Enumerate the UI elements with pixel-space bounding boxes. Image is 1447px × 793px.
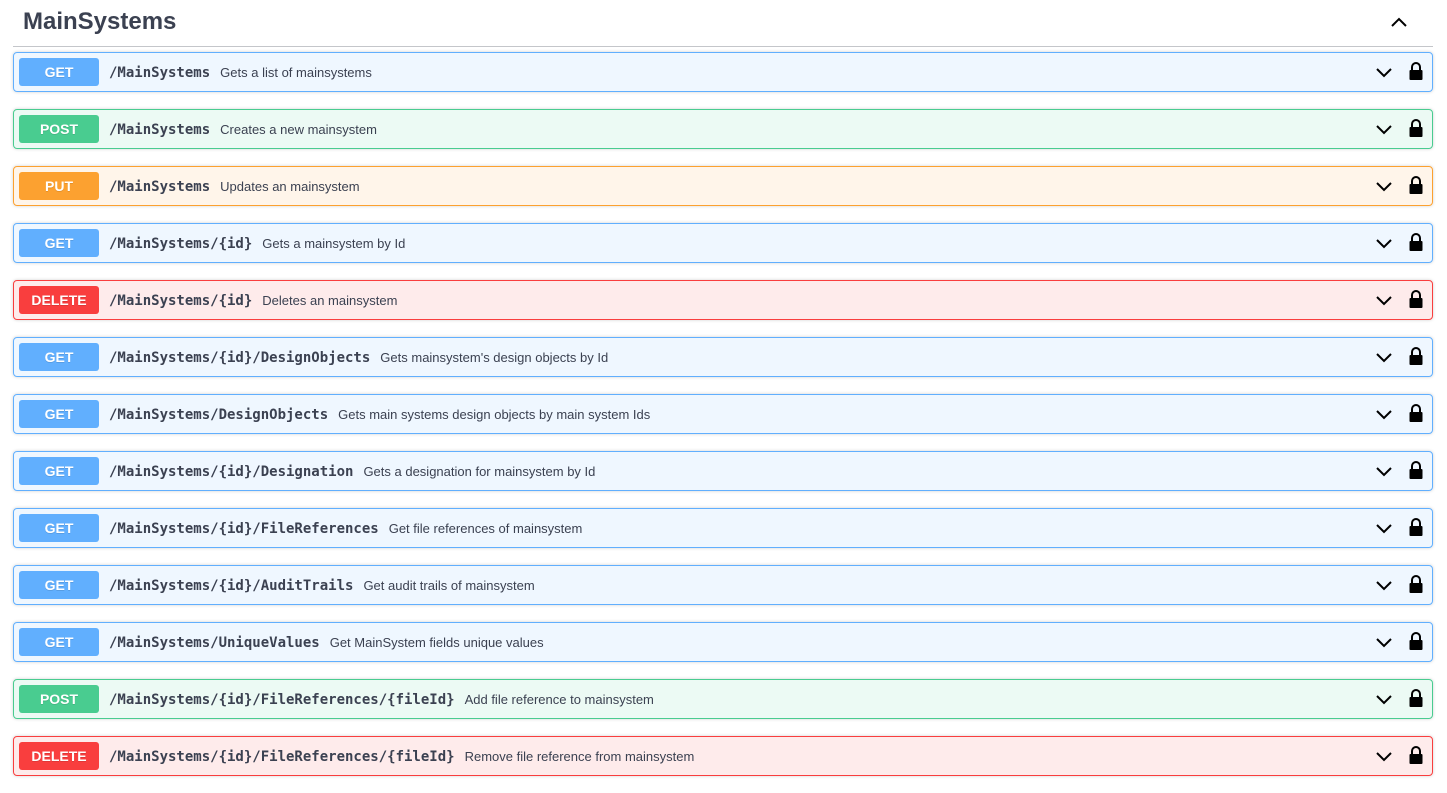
operation-get-row[interactable]: GET/MainSystems Gets a list of mainsystem… (13, 52, 1433, 92)
operation-path: /MainSystems/{id} Deletes an mainsystem (109, 281, 397, 319)
lock-icon[interactable] (1408, 175, 1424, 195)
operation-summary: Updates an mainsystem (220, 179, 360, 194)
operation-path-text: /MainSystems/{id}/DesignObjects (109, 350, 371, 366)
operation-put-row[interactable]: PUT/MainSystems Updates an mainsystem (13, 166, 1433, 206)
method-badge: GET (19, 514, 99, 542)
method-badge: PUT (19, 172, 99, 200)
operation-get-row[interactable]: GET/MainSystems/UniqueValues Get MainSyst… (13, 622, 1433, 662)
operation-get-row[interactable]: GET/MainSystems/{id} Gets a mainsystem by… (13, 223, 1433, 263)
chevron-down-icon[interactable] (1374, 405, 1394, 425)
chevron-down-icon[interactable] (1374, 120, 1394, 140)
operation-path-text: /MainSystems/{id}/Designation (109, 464, 354, 480)
method-badge: GET (19, 400, 99, 428)
operation-path-text: /MainSystems/{id} (109, 236, 253, 252)
lock-icon[interactable] (1408, 574, 1424, 594)
chevron-down-icon[interactable] (1374, 576, 1394, 596)
operation-summary: Get audit trails of mainsystem (363, 578, 535, 593)
method-badge: POST (19, 685, 99, 713)
section-title: MainSystems (23, 8, 177, 35)
lock-icon[interactable] (1408, 61, 1424, 81)
lock-icon[interactable] (1408, 631, 1424, 651)
operation-summary: Remove file reference from mainsystem (464, 749, 695, 764)
operation-summary: Gets main systems design objects by main… (338, 407, 651, 422)
operation-path-text: /MainSystems/{id}/FileReferences/{fileId… (109, 749, 455, 765)
operation-path: /MainSystems/UniqueValues Get MainSystem … (109, 623, 544, 661)
method-badge: GET (19, 457, 99, 485)
chevron-down-icon[interactable] (1374, 747, 1394, 767)
operation-path: /MainSystems/{id}/FileReferences/{fileId… (109, 737, 694, 775)
method-badge: GET (19, 229, 99, 257)
lock-icon[interactable] (1408, 460, 1424, 480)
operation-summary: Deletes an mainsystem (262, 293, 398, 308)
chevron-down-icon[interactable] (1374, 177, 1394, 197)
operation-path-text: /MainSystems (109, 65, 211, 81)
operation-path-text: /MainSystems (109, 179, 211, 195)
operations-list: GET/MainSystems Gets a list of mainsystem… (13, 52, 1433, 793)
method-badge: GET (19, 628, 99, 656)
method-badge: GET (19, 343, 99, 371)
operation-path-text: /MainSystems/{id}/FileReferences/{fileId… (109, 692, 455, 708)
operation-post-row[interactable]: POST/MainSystems Creates a new mainsystem (13, 109, 1433, 149)
operation-delete-row[interactable]: DELETE/MainSystems/{id} Deletes an mainsy… (13, 280, 1433, 320)
lock-icon[interactable] (1408, 346, 1424, 366)
operation-path: /MainSystems/DesignObjects Gets main syst… (109, 395, 650, 433)
chevron-up-icon[interactable] (1389, 12, 1409, 32)
operation-path-text: /MainSystems/DesignObjects (109, 407, 329, 423)
lock-icon[interactable] (1408, 745, 1424, 765)
operation-path: /MainSystems/{id}/FileReferences/{fileId… (109, 680, 654, 718)
lock-icon[interactable] (1408, 403, 1424, 423)
operation-path: /MainSystems/{id}/AuditTrails Get audit t… (109, 566, 535, 604)
method-badge: DELETE (19, 286, 99, 314)
operation-summary: Gets a mainsystem by Id (262, 236, 406, 251)
operation-post-row[interactable]: POST/MainSystems/{id}/FileReferences/{fi… (13, 679, 1433, 719)
lock-icon[interactable] (1408, 118, 1424, 138)
operation-path: /MainSystems Creates a new mainsystem (109, 110, 377, 148)
operation-path-text: /MainSystems/{id}/FileReferences (109, 521, 379, 537)
operation-summary: Gets a designation for mainsystem by Id (363, 464, 596, 479)
operation-get-row[interactable]: GET/MainSystems/{id}/Designation Gets a d… (13, 451, 1433, 491)
operation-summary: Get file references of mainsystem (388, 521, 583, 536)
lock-icon[interactable] (1408, 517, 1424, 537)
operation-summary: Gets a list of mainsystems (220, 65, 372, 80)
operation-path: /MainSystems Gets a list of mainsystems (109, 53, 372, 91)
lock-icon[interactable] (1408, 688, 1424, 708)
operation-path: /MainSystems/{id}/DesignObjects Gets main… (109, 338, 608, 376)
chevron-down-icon[interactable] (1374, 234, 1394, 254)
operation-summary: Add file reference to mainsystem (464, 692, 654, 707)
section-header[interactable]: MainSystems (13, 0, 1433, 47)
lock-icon[interactable] (1408, 289, 1424, 309)
chevron-down-icon[interactable] (1374, 633, 1394, 653)
lock-icon[interactable] (1408, 232, 1424, 252)
operation-summary: Creates a new mainsystem (220, 122, 377, 137)
operation-summary: Get MainSystem fields unique values (329, 635, 544, 650)
tag-section-mainsystems: MainSystems GET/MainSystems Gets a list o… (13, 0, 1433, 776)
operation-path-text: /MainSystems/UniqueValues (109, 635, 320, 651)
chevron-down-icon[interactable] (1374, 291, 1394, 311)
operation-path: /MainSystems Updates an mainsystem (109, 167, 360, 205)
operation-path-text: /MainSystems (109, 122, 211, 138)
operation-get-row[interactable]: GET/MainSystems/{id}/AuditTrails Get audi… (13, 565, 1433, 605)
operation-path-text: /MainSystems/{id}/AuditTrails (109, 578, 354, 594)
chevron-down-icon[interactable] (1374, 348, 1394, 368)
operation-get-row[interactable]: GET/MainSystems/DesignObjects Gets main s… (13, 394, 1433, 434)
operation-path-text: /MainSystems/{id} (109, 293, 253, 309)
operation-path: /MainSystems/{id} Gets a mainsystem by Id (109, 224, 405, 262)
method-badge: POST (19, 115, 99, 143)
operation-delete-row[interactable]: DELETE/MainSystems/{id}/FileReferences/{… (13, 736, 1433, 776)
method-badge: GET (19, 58, 99, 86)
method-badge: GET (19, 571, 99, 599)
chevron-down-icon[interactable] (1374, 63, 1394, 83)
operation-get-row[interactable]: GET/MainSystems/{id}/DesignObjects Gets m… (13, 337, 1433, 377)
operation-path: /MainSystems/{id}/FileReferences Get file… (109, 509, 582, 547)
chevron-down-icon[interactable] (1374, 519, 1394, 539)
operation-summary: Gets mainsystem's design objects by Id (380, 350, 609, 365)
chevron-down-icon[interactable] (1374, 690, 1394, 710)
operation-get-row[interactable]: GET/MainSystems/{id}/FileReferences Get f… (13, 508, 1433, 548)
operation-path: /MainSystems/{id}/Designation Gets a desi… (109, 452, 595, 490)
method-badge: DELETE (19, 742, 99, 770)
chevron-down-icon[interactable] (1374, 462, 1394, 482)
